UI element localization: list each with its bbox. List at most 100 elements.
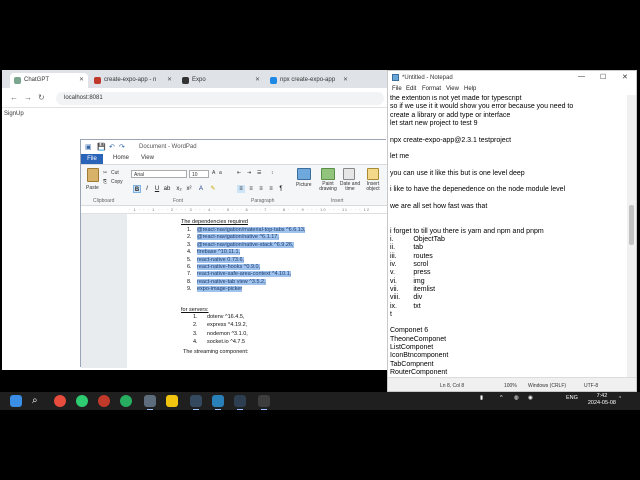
scrollbar-thumb[interactable]	[629, 205, 634, 245]
font-size-select[interactable]: 10	[189, 170, 209, 178]
notepad-line: ix. txt	[390, 302, 421, 310]
cut-button[interactable]: Cut	[111, 170, 119, 176]
font-name-select[interactable]: Arial	[131, 170, 187, 178]
browser-tab-expo[interactable]: Expo ✕	[178, 73, 264, 88]
letterbox	[0, 410, 640, 480]
chrome-icon[interactable]	[54, 395, 66, 407]
increase-indent-icon[interactable]: ⇥	[247, 170, 251, 176]
server-text: socket.io ^4.7.5	[207, 339, 246, 346]
wordpad-taskbar-icon[interactable]	[234, 395, 246, 410]
bullets-icon[interactable]: ☰	[257, 170, 261, 176]
highlight-color-button[interactable]: ✎	[209, 185, 217, 193]
notification-bell-icon[interactable]: ◔	[618, 395, 621, 401]
copy-button[interactable]: Copy	[111, 179, 123, 185]
menu-edit[interactable]: Edit	[406, 86, 416, 92]
chrome-profile-3-icon[interactable]	[120, 395, 132, 407]
paste-icon[interactable]	[87, 168, 99, 182]
minimize-icon[interactable]: —	[578, 73, 585, 80]
document-area[interactable]: The dependencies required 1. @react-navig…	[81, 214, 387, 368]
align-center-button[interactable]: ≡	[247, 185, 255, 193]
subscript-button[interactable]: x₂	[175, 185, 183, 193]
document-page[interactable]: The dependencies required 1. @react-navig…	[127, 214, 387, 368]
picture-icon[interactable]	[297, 168, 311, 180]
notepad-title-bar: *Untitled - Notepad — ☐ ✕	[388, 71, 636, 85]
justify-button[interactable]: ≡	[267, 185, 275, 193]
close-icon[interactable]: ✕	[79, 76, 84, 83]
browser-tab-npx[interactable]: npx create-expo-app ✕	[266, 73, 352, 88]
windows-start-icon[interactable]	[10, 395, 22, 407]
save-icon[interactable]: 💾	[97, 143, 106, 151]
browser-tab-chatgpt[interactable]: ChatGPT ✕	[10, 73, 88, 88]
align-right-button[interactable]: ≡	[257, 185, 265, 193]
copy-icon[interactable]: ⎘	[103, 179, 107, 185]
paint-drawing-button[interactable]: Paint drawing	[317, 182, 339, 192]
text-color-button[interactable]: A	[197, 185, 205, 193]
notepad-line: TheoneComponet	[390, 335, 447, 343]
browser-tab-label: create-expo-app - n	[104, 77, 157, 83]
vscode-icon[interactable]	[212, 395, 224, 410]
superscript-button[interactable]: x²	[185, 185, 193, 193]
tab-view[interactable]: View	[141, 155, 154, 161]
menu-file[interactable]: File	[392, 86, 402, 92]
chrome-profile-2-icon[interactable]	[98, 395, 110, 407]
dependency-item: 1. @react-navigation/material-top-tabs ^6…	[187, 227, 306, 233]
insert-object-icon[interactable]	[367, 168, 379, 180]
vertical-scrollbar[interactable]	[627, 95, 636, 377]
dependency-item: 2. @react-navigation/native ^6.1.17,	[187, 234, 279, 241]
file-explorer-icon[interactable]	[166, 395, 178, 407]
redo-icon[interactable]: ↷	[119, 143, 125, 151]
language-indicator[interactable]: ENG	[566, 395, 578, 401]
calendar-icon[interactable]	[343, 168, 355, 180]
paragraph-button[interactable]: ¶	[277, 185, 285, 193]
cut-icon[interactable]: ✂	[103, 170, 107, 176]
search-icon[interactable]: ⌕	[32, 395, 44, 407]
task-view-icon[interactable]	[144, 395, 156, 410]
battery-icon[interactable]: ▮	[480, 395, 483, 401]
forward-arrow-icon[interactable]: →	[24, 93, 32, 102]
undo-icon[interactable]: ↶	[109, 143, 115, 151]
line-spacing-icon[interactable]: ↕	[271, 170, 274, 176]
close-icon[interactable]: ✕	[622, 73, 628, 81]
file-tab[interactable]: File	[81, 154, 103, 164]
clock[interactable]: 7:42 2024-05-08	[588, 393, 616, 407]
close-icon[interactable]: ✕	[343, 76, 348, 83]
notepad-line: create a library or add type or interfac…	[390, 111, 511, 119]
italic-button[interactable]: I	[143, 185, 151, 193]
address-bar: ← → ↻ localhost:8081	[2, 88, 388, 108]
show-hidden-icon[interactable]: ^	[500, 395, 503, 401]
zoom-level: 100%	[504, 383, 517, 389]
picture-button[interactable]: Picture	[296, 182, 312, 188]
strikethrough-button[interactable]: ab	[163, 185, 171, 193]
bold-button[interactable]: B	[133, 185, 141, 193]
back-arrow-icon[interactable]: ←	[10, 93, 18, 102]
terminal-icon[interactable]	[190, 395, 202, 410]
date-time-button[interactable]: Date and time	[339, 182, 361, 192]
chrome-profile-icon[interactable]	[76, 395, 88, 407]
close-icon[interactable]: ✕	[255, 76, 260, 83]
paste-button[interactable]: Paste	[86, 185, 99, 191]
align-left-button[interactable]: ≡	[237, 185, 245, 193]
notepad-line: viii. div	[390, 294, 423, 302]
insert-object-button[interactable]: Insert object	[362, 182, 384, 192]
url-field[interactable]: localhost:8081	[56, 92, 384, 105]
browser-tab-create-expo-app[interactable]: create-expo-app - n ✕	[90, 73, 176, 88]
decrease-indent-icon[interactable]: ⇤	[237, 170, 241, 176]
network-icon[interactable]: ◍	[514, 395, 519, 401]
notepad-text-area[interactable]: the extention is not yet made for typesc…	[390, 95, 626, 377]
grow-font-icon[interactable]: A	[212, 170, 215, 176]
menu-help[interactable]: Help	[464, 86, 476, 92]
shrink-font-icon[interactable]: a	[219, 170, 222, 176]
underline-button[interactable]: U	[153, 185, 161, 193]
dependency-number: 6.	[187, 264, 192, 270]
maximize-icon[interactable]: ☐	[600, 73, 606, 81]
volume-icon[interactable]: ◉	[528, 395, 533, 401]
tab-home[interactable]: Home	[113, 155, 129, 161]
dependency-number: 5.	[187, 256, 192, 263]
close-icon[interactable]: ✕	[167, 76, 172, 83]
notepad-taskbar-icon[interactable]	[258, 395, 270, 410]
page-signup-text: SignUp	[4, 111, 24, 117]
menu-format[interactable]: Format	[422, 86, 441, 92]
menu-view[interactable]: View	[446, 86, 459, 92]
reload-icon[interactable]: ↻	[38, 93, 45, 102]
paint-drawing-icon[interactable]	[321, 168, 335, 180]
